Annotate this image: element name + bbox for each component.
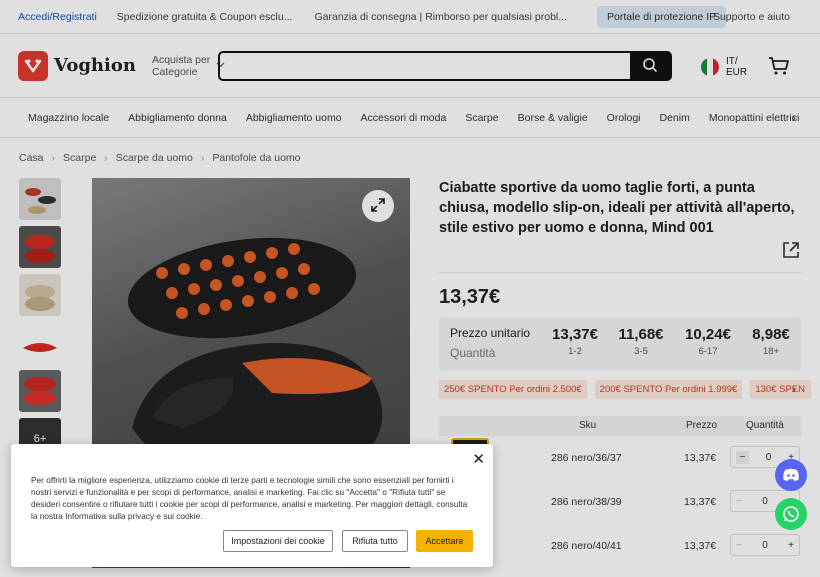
cookie-text: Per offrirti la migliore esperienza, uti…: [31, 475, 468, 521]
discord-icon[interactable]: [775, 459, 807, 491]
cookie-settings-button[interactable]: Impostazioni dei cookie: [223, 530, 333, 552]
cookie-banner: ✕ Per offrirti la migliore esperienza, u…: [11, 444, 493, 567]
accept-button[interactable]: Accettare: [416, 530, 473, 552]
reject-all-button[interactable]: Rifiuta tutto: [342, 530, 408, 552]
whatsapp-icon[interactable]: [775, 498, 807, 530]
close-icon[interactable]: ✕: [472, 450, 485, 468]
